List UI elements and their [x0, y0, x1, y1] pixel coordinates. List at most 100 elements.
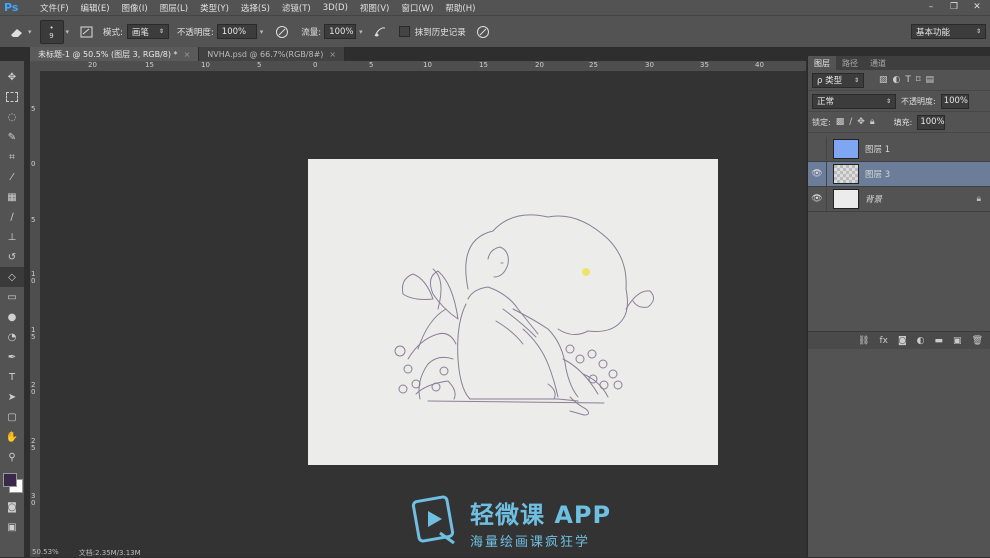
- eraser-tool-icon[interactable]: [6, 21, 28, 43]
- workspace-dropdown[interactable]: 基本功能 ⇕: [911, 24, 986, 39]
- menu-3d[interactable]: 3D(D): [317, 3, 354, 13]
- pressure-opacity-icon[interactable]: [271, 21, 293, 43]
- quick-select-tool-icon[interactable]: ✎: [0, 127, 24, 147]
- menu-file[interactable]: 文件(F): [34, 2, 75, 14]
- menu-bar: Ps 文件(F) 编辑(E) 图像(I) 图层(L) 类型(Y) 选择(S) 滤…: [0, 0, 990, 15]
- layer-item-background[interactable]: 👁︎ 背景 🔒︎: [808, 187, 990, 212]
- minimize-button[interactable]: –: [920, 0, 942, 15]
- eye-icon[interactable]: 👁︎: [808, 187, 827, 211]
- brush-panel-toggle-icon[interactable]: [75, 21, 97, 43]
- menu-help[interactable]: 帮助(H): [439, 2, 481, 14]
- opacity-arrow-icon[interactable]: ▾: [260, 28, 264, 36]
- history-checkbox[interactable]: [398, 26, 410, 37]
- flow-arrow-icon[interactable]: ▾: [359, 28, 363, 36]
- tab-nvha[interactable]: NVHA.psd @ 66.7%(RGB/8#) ×: [199, 47, 346, 61]
- airbrush-icon[interactable]: [369, 21, 391, 43]
- options-bar: ▾ • 9 ▾ 模式: 画笔 ⇕ 不透明度: 100% ▾ 流量: 100% ▾…: [0, 15, 990, 48]
- tab-label: 未标题-1 @ 50.5% (图层 3, RGB/8) *: [38, 49, 178, 59]
- close-tab-icon[interactable]: ×: [184, 50, 191, 59]
- history-brush-tool-icon[interactable]: ↺: [0, 247, 24, 267]
- menu-window[interactable]: 窗口(W): [395, 2, 439, 14]
- eraser-tool-icon[interactable]: ◇: [0, 267, 24, 287]
- tab-untitled-1[interactable]: 未标题-1 @ 50.5% (图层 3, RGB/8) * ×: [30, 47, 200, 61]
- quick-mask-icon[interactable]: ◙: [0, 497, 24, 517]
- adjustment-icon[interactable]: ◐: [917, 336, 925, 346]
- adjustment-filter-icon[interactable]: ◐: [893, 75, 901, 85]
- brush-preset-picker[interactable]: • 9: [39, 19, 64, 44]
- restore-button[interactable]: ❐: [943, 0, 965, 15]
- lasso-tool-icon[interactable]: ◌: [0, 107, 24, 127]
- document-tabs: 未标题-1 @ 50.5% (图层 3, RGB/8) * × NVHA.psd…: [30, 47, 346, 61]
- watermark-title: 轻微课 APP: [470, 501, 612, 529]
- menu-select[interactable]: 选择(S): [235, 2, 276, 14]
- tab-paths[interactable]: 路径: [836, 56, 864, 70]
- fx-icon[interactable]: fx: [879, 336, 888, 346]
- layer-item-selected[interactable]: 👁︎ 图层 3: [808, 162, 990, 187]
- brush-tool-icon[interactable]: ∕: [0, 207, 24, 227]
- opacity-input[interactable]: 100%: [216, 24, 257, 39]
- menu-view[interactable]: 视图(V): [354, 2, 395, 14]
- menu-image[interactable]: 图像(I): [116, 2, 154, 14]
- menu-layer[interactable]: 图层(L): [154, 2, 194, 14]
- blur-tool-icon[interactable]: ●: [0, 307, 24, 327]
- foreground-color-swatch[interactable]: [3, 473, 17, 487]
- path-select-tool-icon[interactable]: ➤: [0, 387, 24, 407]
- marquee-tool-icon[interactable]: [0, 87, 24, 107]
- color-swatches[interactable]: [0, 467, 24, 497]
- lock-pixels-icon[interactable]: ∕: [849, 117, 852, 127]
- pen-tool-icon[interactable]: ✒: [0, 347, 24, 367]
- menu-filter[interactable]: 滤镜(T): [276, 2, 317, 14]
- fill-input[interactable]: 100%: [917, 114, 946, 130]
- layers-footer: ⛓ fx ◙ ◐ ▬ ▣ 🗑︎: [808, 331, 990, 349]
- pixel-filter-icon[interactable]: ▨: [879, 75, 888, 85]
- screen-mode-icon[interactable]: ▣: [0, 517, 24, 537]
- filter-type-dropdown[interactable]: ρ 类型 ⇕: [812, 72, 864, 88]
- menu-edit[interactable]: 编辑(E): [75, 2, 116, 14]
- type-tool-icon[interactable]: T: [0, 367, 24, 387]
- link-icon[interactable]: ⛓: [858, 336, 869, 346]
- mode-dropdown[interactable]: 画笔 ⇕: [126, 24, 169, 39]
- type-filter-icon[interactable]: T: [905, 75, 911, 85]
- eyedropper-tool-icon[interactable]: ⁄: [0, 167, 24, 187]
- healing-tool-icon[interactable]: ▦: [0, 187, 24, 207]
- trash-icon[interactable]: 🗑︎: [972, 336, 983, 346]
- visibility-toggle-off[interactable]: [808, 137, 827, 161]
- brush-arrow-icon[interactable]: ▾: [66, 28, 70, 36]
- lock-position-icon[interactable]: ✥: [857, 117, 865, 127]
- gradient-tool-icon[interactable]: ▭: [0, 287, 24, 307]
- tool-preset-arrow-icon[interactable]: ▾: [28, 28, 32, 36]
- layer-item[interactable]: 图层 1: [808, 137, 990, 162]
- layer-opacity-input[interactable]: 100%: [940, 93, 969, 109]
- menu-type[interactable]: 类型(Y): [194, 2, 235, 14]
- crop-tool-icon[interactable]: ⌗: [0, 147, 24, 167]
- blend-mode-dropdown[interactable]: 正常 ⇕: [812, 93, 896, 109]
- shape-filter-icon[interactable]: ⌑: [916, 75, 921, 85]
- hand-tool-icon[interactable]: ✋: [0, 427, 24, 447]
- new-layer-icon[interactable]: ▣: [953, 336, 962, 346]
- zoom-tool-icon[interactable]: ⚲: [0, 447, 24, 467]
- move-tool-icon[interactable]: ✥: [0, 67, 24, 87]
- zoom-level[interactable]: 50.53%: [32, 548, 59, 557]
- close-tab-icon[interactable]: ×: [329, 50, 336, 59]
- lock-transparency-icon[interactable]: ▩: [836, 117, 845, 127]
- mask-icon[interactable]: ◙: [898, 336, 907, 346]
- dropdown-arrow-icon: ⇕: [885, 97, 891, 105]
- document-canvas[interactable]: [308, 159, 718, 465]
- eye-icon[interactable]: 👁︎: [808, 162, 827, 186]
- ruler-label: 5: [369, 61, 374, 69]
- dodge-tool-icon[interactable]: ◔: [0, 327, 24, 347]
- ruler-label: 0: [31, 160, 36, 168]
- tab-layers[interactable]: 图层: [808, 56, 836, 70]
- lock-all-icon[interactable]: 🔒︎: [870, 117, 875, 127]
- pressure-size-icon[interactable]: [472, 21, 494, 43]
- tab-channels[interactable]: 通道: [864, 56, 892, 70]
- folder-icon[interactable]: ▬: [935, 336, 944, 346]
- layer-opacity-label: 不透明度:: [901, 96, 936, 106]
- close-button[interactable]: ✕: [966, 0, 988, 15]
- shape-tool-icon[interactable]: ▢: [0, 407, 24, 427]
- flow-input[interactable]: 100%: [324, 24, 357, 39]
- smart-object-filter-icon[interactable]: ▤: [926, 75, 935, 85]
- ruler-label: 20: [535, 61, 544, 69]
- ruler-label: 20: [88, 61, 97, 69]
- stamp-tool-icon[interactable]: ⊥: [0, 227, 24, 247]
